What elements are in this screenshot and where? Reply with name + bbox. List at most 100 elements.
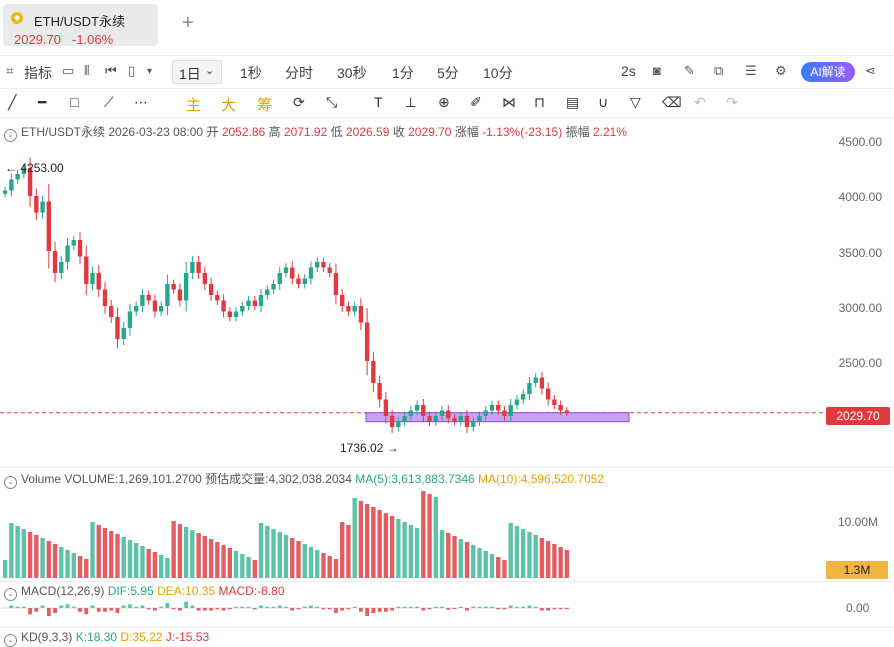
undo-icon[interactable]: ↶ bbox=[694, 94, 706, 111]
candle-body bbox=[252, 300, 257, 306]
zoom-icon[interactable]: ⊕ bbox=[438, 94, 450, 111]
candle-body bbox=[196, 262, 201, 273]
macd-bar bbox=[178, 608, 182, 611]
refresh-interval[interactable]: 2s bbox=[621, 63, 636, 79]
hide-icon[interactable]: ▤ bbox=[566, 94, 579, 111]
volume-ma5: MA(5):3,613,883.7346 bbox=[355, 472, 475, 486]
volume-bar bbox=[183, 527, 189, 578]
macd-bar bbox=[153, 608, 157, 611]
macd-bar bbox=[146, 608, 151, 610]
candle-body bbox=[152, 300, 158, 312]
macd-bar bbox=[140, 605, 145, 608]
settings-icon[interactable]: ⚙ bbox=[775, 63, 787, 79]
volume-bar bbox=[196, 533, 201, 578]
compare-icon[interactable]: ⫴ bbox=[84, 63, 89, 79]
filter-icon[interactable]: ▽ bbox=[630, 94, 641, 111]
macd-bar bbox=[46, 608, 51, 616]
volume-bar bbox=[21, 529, 27, 578]
macd-bar bbox=[240, 606, 245, 608]
period-timeshare[interactable]: 分时 bbox=[285, 63, 313, 83]
volume-chart[interactable] bbox=[0, 485, 826, 580]
volume-bar bbox=[483, 551, 488, 578]
camera-icon[interactable]: ◙ bbox=[653, 63, 661, 78]
chip-toggle[interactable]: 筹 bbox=[257, 94, 272, 115]
candle-body bbox=[90, 273, 95, 284]
macd-bar bbox=[284, 606, 288, 608]
candle-body bbox=[427, 416, 432, 422]
trendline-icon[interactable]: ╱ bbox=[8, 94, 16, 111]
period-10m[interactable]: 10分 bbox=[483, 63, 513, 83]
volume-bar bbox=[533, 535, 538, 578]
candle-body bbox=[514, 399, 520, 405]
chart-type-icon[interactable]: ▯ bbox=[128, 63, 135, 79]
candle-body bbox=[508, 405, 513, 416]
replay-icon[interactable]: ⏮ bbox=[105, 63, 117, 79]
macd-chart[interactable] bbox=[0, 598, 826, 626]
big-order-toggle[interactable]: 大 bbox=[221, 94, 236, 115]
macd-bar bbox=[483, 606, 488, 608]
period-1s[interactable]: 1秒 bbox=[240, 63, 262, 83]
symbol-tab[interactable]: ◆ ETH/USDT永续 2029.70 -1.06% bbox=[3, 4, 158, 47]
ray-icon[interactable]: ⟋ bbox=[104, 94, 114, 111]
macd-bar bbox=[252, 608, 257, 610]
volume-bar bbox=[539, 538, 545, 578]
brush-icon[interactable]: ✐ bbox=[470, 94, 482, 111]
candlestick-chart[interactable] bbox=[0, 118, 826, 468]
macd-bar bbox=[515, 606, 519, 608]
magnet-icon[interactable]: ∪ bbox=[598, 94, 608, 111]
candle-body bbox=[396, 421, 401, 427]
volume-bar bbox=[333, 559, 339, 578]
edit-icon[interactable]: ✎ bbox=[684, 63, 695, 79]
y-tick: 4000.00 bbox=[838, 190, 882, 204]
macd-bar bbox=[334, 608, 338, 613]
period-30s[interactable]: 30秒 bbox=[337, 63, 367, 83]
template-icon[interactable]: ☰ bbox=[745, 63, 757, 79]
period-5m[interactable]: 5分 bbox=[437, 63, 459, 83]
delete-icon[interactable]: ⌫ bbox=[662, 94, 682, 111]
volume-bar bbox=[408, 525, 414, 578]
ai-analysis-button[interactable]: AI解读 bbox=[801, 62, 855, 82]
candle-body bbox=[364, 322, 370, 361]
macd-bar bbox=[340, 608, 345, 611]
text-icon[interactable]: T bbox=[374, 94, 383, 110]
macd-bar bbox=[471, 606, 476, 608]
macd-bar bbox=[490, 606, 494, 608]
add-tab-button[interactable]: + bbox=[182, 12, 194, 35]
macd-bar bbox=[371, 608, 376, 613]
macd-bar bbox=[196, 608, 201, 611]
volume-bar bbox=[15, 526, 20, 578]
rectangle-icon[interactable]: □ bbox=[70, 94, 78, 110]
lock-icon[interactable]: ⊓ bbox=[534, 94, 545, 111]
volume-bar bbox=[471, 545, 476, 578]
more-icon[interactable]: ⋯ bbox=[134, 94, 148, 111]
candle-body bbox=[539, 377, 545, 389]
volume-bar bbox=[377, 510, 382, 578]
candle-body bbox=[283, 267, 289, 273]
ruler-icon[interactable]: ⟂ bbox=[406, 94, 415, 111]
volume-bar bbox=[171, 521, 176, 578]
period-select[interactable]: 1日 ⌄ bbox=[172, 60, 222, 84]
layout-icon[interactable]: ▭ bbox=[62, 63, 74, 79]
redo-icon[interactable]: ↷ bbox=[726, 94, 738, 111]
chevron-down-icon[interactable]: ▾ bbox=[147, 66, 152, 77]
hline-icon[interactable]: ━ bbox=[38, 94, 46, 111]
measure-icon[interactable]: ⤡ bbox=[326, 94, 337, 111]
pattern-icon[interactable]: ⋈ bbox=[502, 94, 516, 111]
macd-bar bbox=[302, 606, 307, 608]
candle-body bbox=[414, 405, 420, 411]
share-icon[interactable]: ⋖ bbox=[865, 63, 876, 79]
volume-bar bbox=[46, 541, 51, 578]
main-indicator-toggle[interactable]: 主 bbox=[186, 94, 201, 115]
macd-bar bbox=[321, 608, 326, 610]
popout-icon[interactable]: ⧉ bbox=[714, 63, 723, 79]
period-1m[interactable]: 1分 bbox=[392, 63, 414, 83]
indicator-button[interactable]: 指标 bbox=[24, 63, 52, 83]
indicator-icon[interactable]: ⌗ bbox=[6, 63, 13, 79]
candle-body bbox=[452, 418, 457, 422]
sync-icon[interactable]: ⟳ bbox=[293, 94, 305, 111]
volume-ma10: MA(10):4,596,520.7052 bbox=[478, 472, 605, 486]
volume-bar bbox=[115, 534, 120, 578]
macd-bar bbox=[383, 608, 388, 612]
candle-body bbox=[46, 201, 51, 251]
macd-bar bbox=[452, 608, 457, 609]
